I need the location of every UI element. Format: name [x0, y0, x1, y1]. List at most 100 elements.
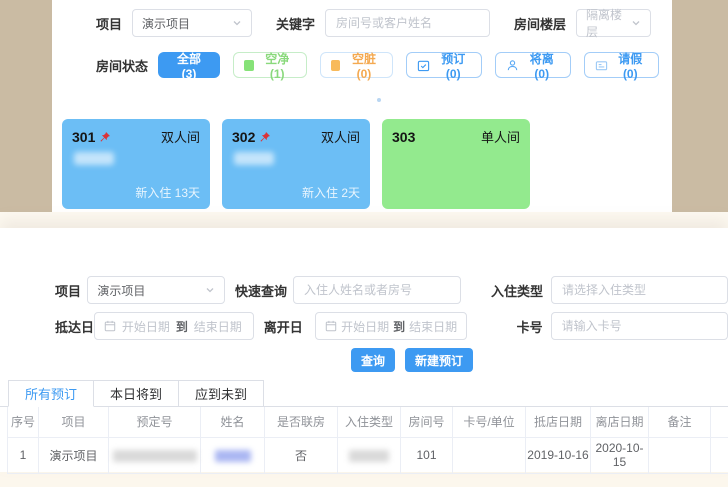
status-clean-label: 空净 (1) — [259, 50, 296, 81]
backdrop-left — [0, 0, 52, 212]
room-footer-text: 新入住 2天 — [302, 184, 360, 201]
reservation-tabs: 所有预订 本日将到 应到未到 — [0, 380, 728, 407]
arrival-date-range-picker[interactable]: 开始日期 到 结束日期 — [94, 312, 254, 340]
date-to-label: 到 — [176, 318, 188, 335]
cell-name — [201, 437, 265, 473]
col-seq: 序号 — [8, 407, 39, 437]
room-footer-text: 新入住 13天 — [135, 184, 200, 201]
reservation-filter-row-1: 项目 演示项目 快速查询 入住类型 — [0, 276, 728, 304]
status-reserved-button[interactable]: 预订 (0) — [406, 52, 482, 78]
col-project: 项目 — [39, 407, 109, 437]
table-row[interactable]: 1 演示项目 否 101 2019-10-16 2020-10-15 — [8, 437, 728, 473]
room-card-301[interactable]: 301 双人间 新入住 13天 — [62, 119, 210, 209]
project-select[interactable]: 演示项目 — [132, 9, 252, 37]
card-number-label: 卡号 — [497, 317, 542, 336]
col-name: 姓名 — [201, 407, 265, 437]
status-leaving-label: 将离 (0) — [524, 50, 560, 81]
top-filter-row: 项目 演示项目 关键字 房间楼层 隔离楼层 — [96, 9, 672, 37]
blurred-checkin-type — [349, 450, 389, 462]
card-number-input[interactable] — [551, 312, 728, 340]
chevron-down-icon — [631, 18, 641, 28]
room-card-header: 303 单人间 — [392, 127, 520, 146]
room-card-grid: 301 双人间 新入住 13天 302 — [62, 119, 672, 209]
cell-room-no: 101 — [401, 437, 453, 473]
cell-seq: 1 — [8, 437, 39, 473]
tab-expected-not-arrived[interactable]: 应到未到 — [179, 380, 264, 407]
room-card-header: 301 双人间 — [72, 127, 200, 146]
room-type: 双人间 — [321, 127, 360, 146]
dirty-square-icon — [331, 60, 341, 71]
status-leave-label: 请假 (0) — [613, 50, 649, 81]
keyword-input[interactable] — [325, 9, 490, 37]
cell-arrival-date: 2019-10-16 — [526, 437, 591, 473]
project-select[interactable]: 演示项目 — [87, 276, 225, 304]
action-button-row: 查询 新建预订 — [0, 348, 728, 372]
room-card-303[interactable]: 303 单人间 — [382, 119, 530, 209]
room-status-label: 房间状态 — [96, 56, 148, 75]
room-type: 单人间 — [481, 127, 520, 146]
blurred-guest-name — [234, 152, 274, 165]
blurred-guest-name — [74, 152, 114, 165]
room-number: 303 — [392, 129, 415, 145]
cell-card-unit — [453, 437, 526, 473]
status-reserved-label: 预订 (0) — [435, 50, 471, 81]
status-leaving-button[interactable]: 将离 (0) — [495, 52, 571, 78]
floor-select[interactable]: 隔离楼层 — [576, 9, 651, 37]
status-leave-button[interactable]: 请假 (0) — [584, 52, 660, 78]
room-card-302[interactable]: 302 双人间 新入住 2天 — [222, 119, 370, 209]
end-date-placeholder: 结束日期 — [409, 318, 457, 335]
backdrop-right — [672, 0, 728, 212]
keyword-label: 关键字 — [276, 14, 315, 33]
room-type: 双人间 — [161, 127, 200, 146]
calendar-icon — [325, 320, 337, 332]
project-label: 项目 — [96, 14, 122, 33]
tab-arriving-today[interactable]: 本日将到 — [94, 380, 179, 407]
faint-dot — [377, 98, 381, 102]
cell-reservation-no — [109, 437, 201, 473]
reservation-filter-row-2: 抵达日 开始日期 到 结束日期 离开日 开始日期 到 结束日期 卡号 — [0, 312, 728, 340]
date-to-label: 到 — [393, 318, 405, 335]
cell-project: 演示项目 — [39, 437, 109, 473]
cell-departure-date: 2020-10-15 — [591, 437, 649, 473]
col-extra — [711, 407, 728, 437]
reservation-table: 序号 项目 预定号 姓名 是否联房 入住类型 房间号 卡号/单位 抵店日期 离店… — [7, 407, 728, 474]
tab-all-reservations[interactable]: 所有预订 — [8, 380, 94, 407]
col-arrival-date: 抵店日期 — [526, 407, 591, 437]
start-date-placeholder: 开始日期 — [120, 318, 172, 335]
status-all-button[interactable]: 全部 (3) — [158, 52, 220, 78]
calendar-icon — [104, 320, 116, 332]
query-button[interactable]: 查询 — [351, 348, 395, 372]
checkin-type-label: 入住类型 — [491, 281, 543, 300]
status-all-label: 全部 (3) — [169, 50, 209, 81]
project-label: 项目 — [55, 281, 87, 300]
arrival-date-label: 抵达日 — [55, 317, 94, 336]
room-card-header: 302 双人间 — [232, 127, 360, 146]
room-status-filter-row: 房间状态 全部 (3) 空净 (1) 空脏 (0) 预订 (0) — [96, 52, 672, 78]
pushpin-icon — [259, 131, 271, 143]
room-number-text: 302 — [232, 129, 255, 145]
col-checkin-type: 入住类型 — [338, 407, 401, 437]
clean-square-icon — [244, 60, 254, 71]
status-dirty-button[interactable]: 空脏 (0) — [320, 52, 394, 78]
room-status-panel: 项目 演示项目 关键字 房间楼层 隔离楼层 房间状态 全 — [52, 0, 672, 212]
chevron-down-icon — [205, 285, 215, 295]
new-reservation-button[interactable]: 新建预订 — [405, 348, 473, 372]
departure-date-range-picker[interactable]: 开始日期 到 结束日期 — [315, 312, 467, 340]
quick-search-input[interactable] — [293, 276, 461, 304]
room-number: 301 — [72, 129, 111, 145]
calendar-check-icon — [417, 59, 430, 72]
start-date-placeholder: 开始日期 — [341, 318, 389, 335]
end-date-placeholder: 结束日期 — [192, 318, 244, 335]
id-card-icon — [595, 59, 608, 72]
floor-label: 房间楼层 — [514, 14, 566, 33]
col-reservation-no: 预定号 — [109, 407, 201, 437]
col-departure-date: 离店日期 — [591, 407, 649, 437]
col-remark: 备注 — [649, 407, 711, 437]
checkin-type-select[interactable] — [551, 276, 728, 304]
quick-search-label: 快速查询 — [235, 281, 287, 300]
cell-checkin-type — [338, 437, 401, 473]
status-dirty-label: 空脏 (0) — [345, 50, 382, 81]
status-clean-button[interactable]: 空净 (1) — [233, 52, 307, 78]
project-select-value: 演示项目 — [97, 282, 145, 299]
reservation-panel: 项目 演示项目 快速查询 入住类型 抵达日 开始日期 到 结束日期 离开日 — [0, 228, 728, 472]
